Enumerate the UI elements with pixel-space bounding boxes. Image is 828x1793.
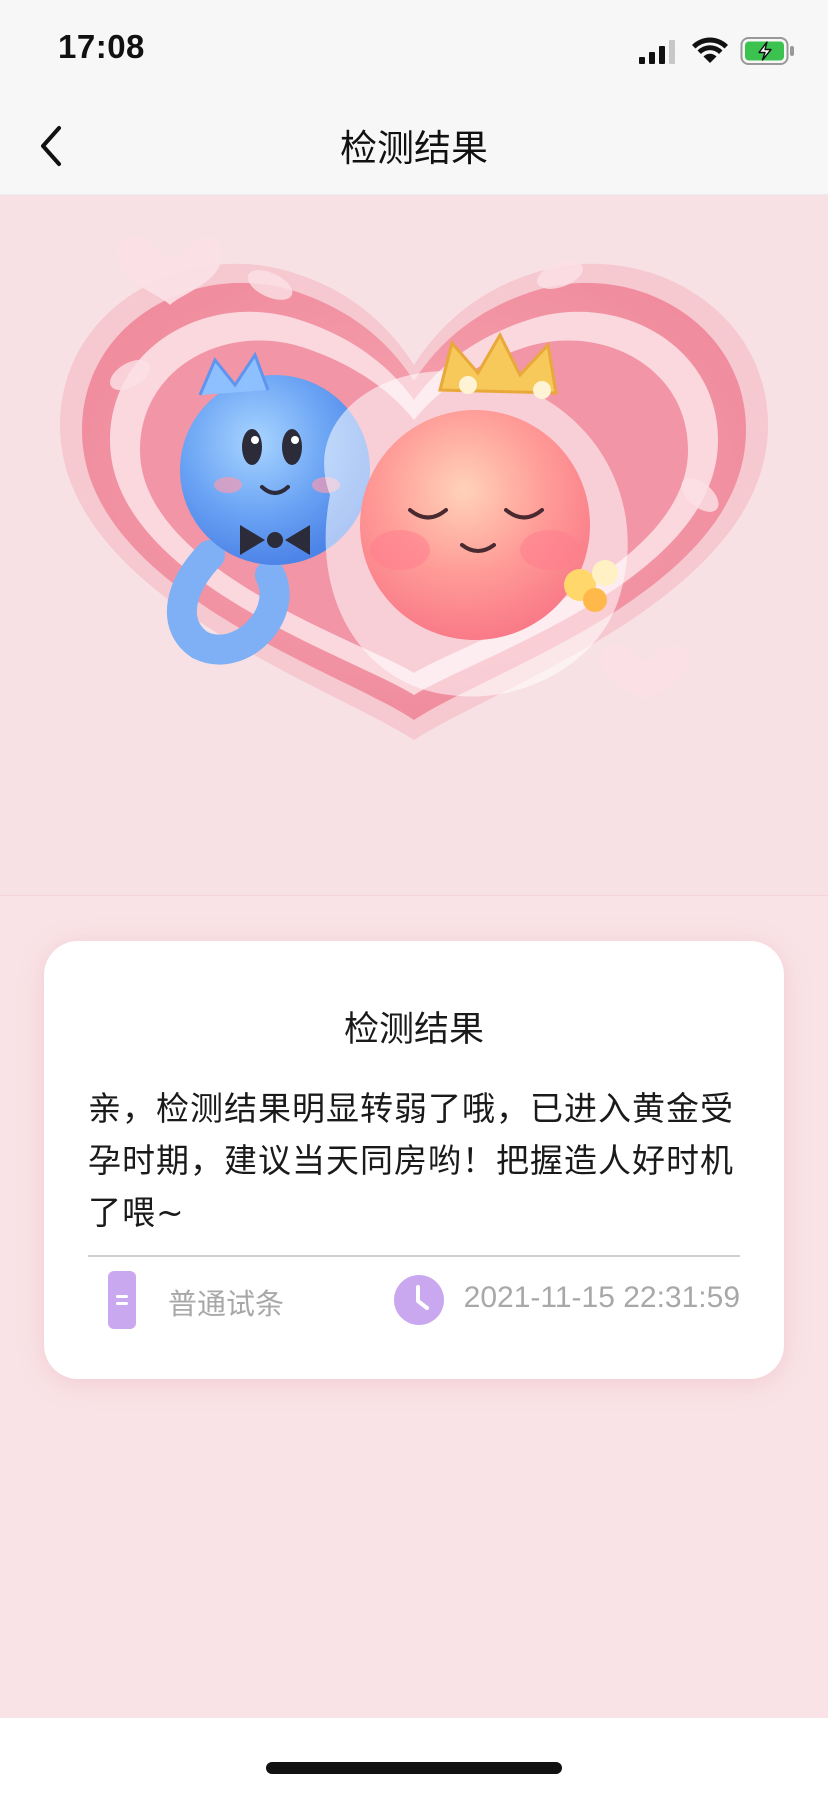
status-icons [638, 34, 796, 68]
wifi-icon [692, 37, 728, 63]
hero-illustration [0, 195, 828, 896]
status-time: 17:08 [58, 28, 145, 65]
navigation-bar: 检测结果 [0, 96, 828, 195]
test-strip-icon [108, 1271, 136, 1329]
result-card: 检测结果 亲，检测结果明显转弱了哦，已进入黄金受孕时期，建议当天同房哟！把握造人… [44, 941, 784, 1379]
home-indicator[interactable] [266, 1762, 562, 1774]
card-divider [88, 1255, 740, 1257]
page-title: 检测结果 [340, 127, 488, 170]
strip-type-label: 普通试条 [168, 1287, 285, 1321]
result-title: 检测结果 [343, 1010, 484, 1050]
status-bar: 17:08 [0, 0, 828, 96]
result-message: 亲，检测结果明显转弱了哦，已进入黄金受孕时期，建议当天同房哟！把握造人好时机了喂… [88, 1089, 734, 1232]
main-content: 检测结果 亲，检测结果明显转弱了哦，已进入黄金受孕时期，建议当天同房哟！把握造人… [0, 195, 828, 1718]
cellular-signal-icon [639, 40, 675, 64]
battery-charging-icon [740, 37, 794, 65]
home-indicator-area [0, 1718, 828, 1793]
wedding-heart-illustration [60, 236, 768, 740]
test-timestamp: 2021-11-15 22:31:59 [463, 1281, 740, 1314]
clock-icon [394, 1275, 444, 1325]
